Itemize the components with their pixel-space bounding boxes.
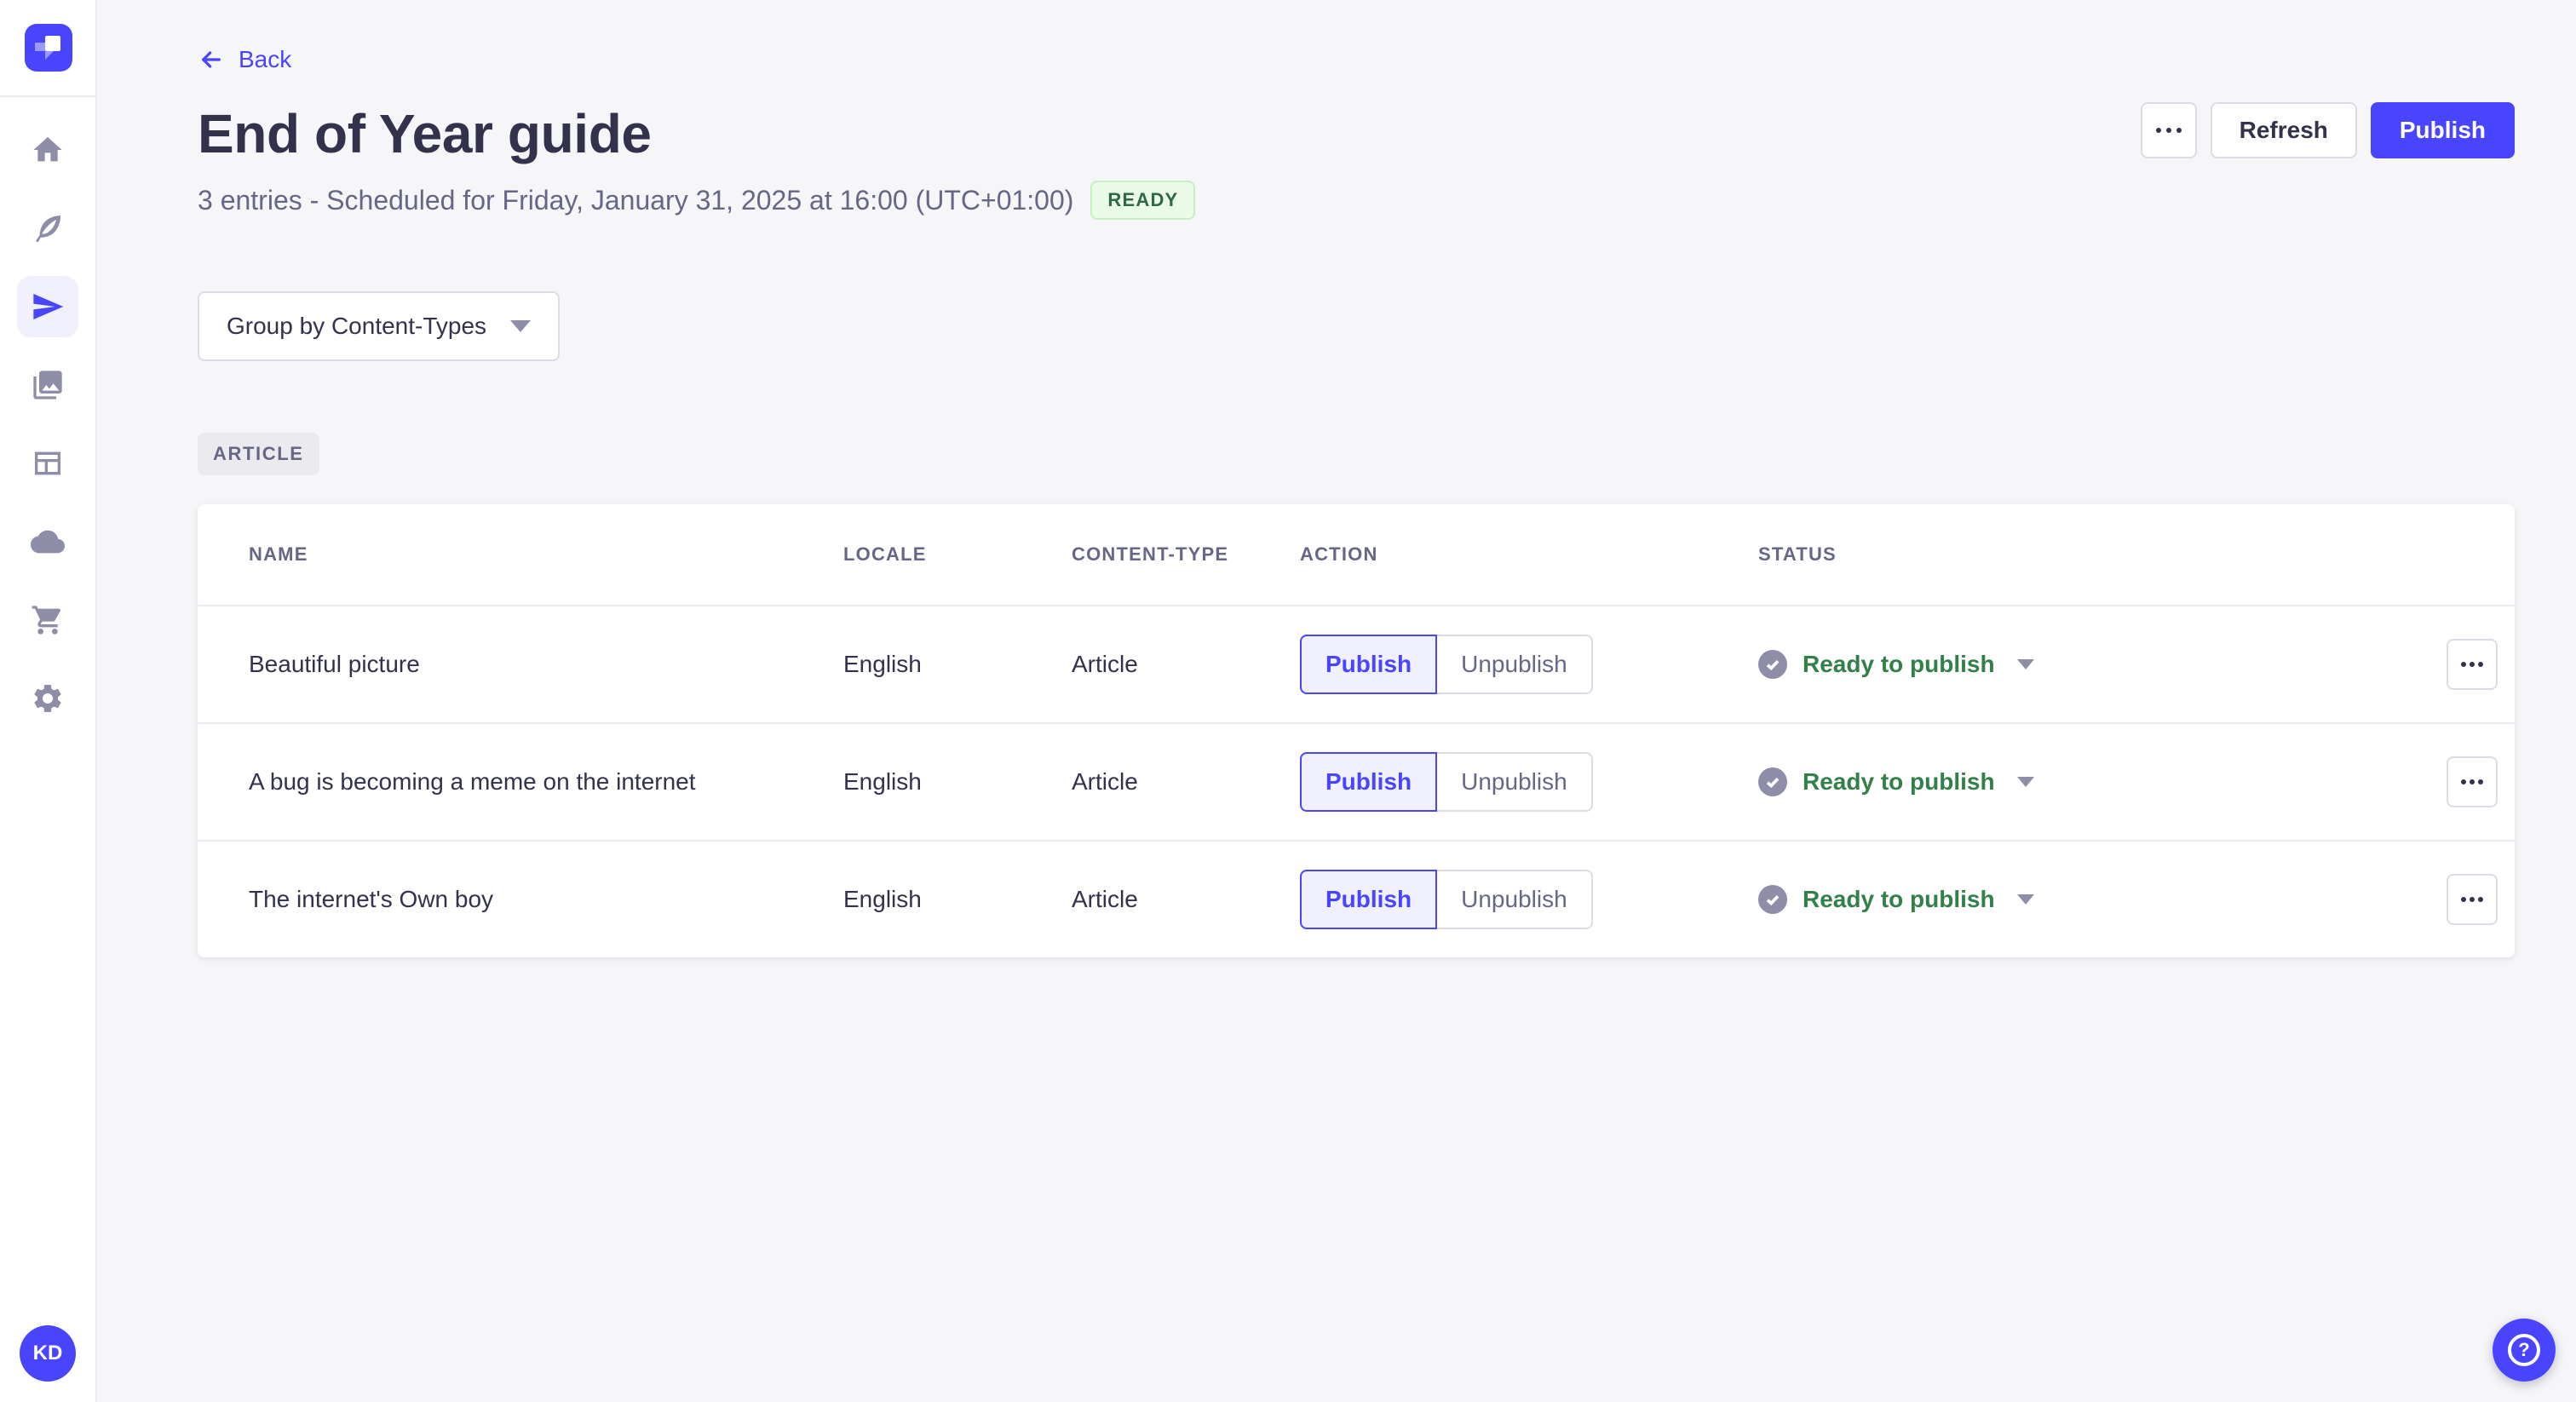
sidebar-item-media-library[interactable] [17, 354, 78, 416]
help-button[interactable]: ? [2493, 1319, 2556, 1382]
column-header-action: ACTION [1300, 543, 1378, 565]
back-arrow-icon [202, 51, 221, 68]
column-header-content-type: CONTENT-TYPE [1072, 543, 1229, 565]
sidebar-nav [0, 97, 95, 729]
publish-release-button[interactable]: Publish [2370, 102, 2515, 158]
sidebar-item-settings[interactable] [17, 668, 78, 729]
main-content: Back End of Year guide 3 entries - Sched… [97, 0, 2576, 1402]
refresh-button[interactable]: Refresh [2210, 102, 2357, 158]
entry-name: A bug is becoming a meme on the internet [249, 768, 696, 795]
more-icon [2461, 779, 2466, 784]
group-by-label: Group by Content-Types [227, 313, 487, 339]
sidebar-item-home[interactable] [17, 119, 78, 181]
gear-icon [34, 685, 61, 712]
status-dropdown[interactable]: Ready to publish [1758, 650, 2447, 679]
back-label: Back [239, 46, 292, 72]
table-row: The internet's Own boy English Article P… [198, 840, 2515, 957]
sidebar-item-content-manager[interactable] [17, 198, 78, 259]
status-label: Ready to publish [1803, 768, 1995, 795]
ready-status-badge: READY [1090, 181, 1196, 220]
cloud-icon [31, 530, 65, 554]
check-icon [1758, 885, 1787, 914]
table-row: Beautiful picture English Article Publis… [198, 605, 2515, 722]
check-icon [1758, 767, 1787, 796]
entry-content-type: Article [1072, 886, 1138, 912]
column-header-status: STATUS [1758, 543, 1837, 565]
row-more-button[interactable] [2447, 639, 2498, 690]
sidebar-item-deploy[interactable] [17, 511, 78, 572]
media-library-icon [33, 371, 62, 399]
subtitle-row: 3 entries - Scheduled for Friday, Januar… [198, 181, 2515, 220]
action-segmented-control: Publish Unpublish [1300, 635, 1758, 694]
table-row: A bug is becoming a meme on the internet… [198, 722, 2515, 840]
status-label: Ready to publish [1803, 651, 1995, 677]
entry-locale: English [843, 886, 922, 912]
home-icon [33, 137, 62, 162]
sidebar-item-releases[interactable] [17, 276, 78, 337]
release-subtitle: 3 entries - Scheduled for Friday, Januar… [198, 184, 1074, 215]
release-more-button[interactable] [2140, 102, 2197, 158]
entry-locale: English [843, 768, 922, 795]
more-icon [2155, 128, 2161, 133]
layout-icon [35, 451, 60, 475]
row-more-button[interactable] [2447, 874, 2498, 925]
strapi-logo[interactable] [0, 0, 97, 97]
unpublish-toggle-button[interactable]: Unpublish [1437, 635, 1593, 694]
more-icon [2461, 897, 2466, 902]
table-header-row: NAME LOCALE CONTENT-TYPE ACTION STATUS [198, 504, 2515, 605]
group-by-select[interactable]: Group by Content-Types [198, 291, 561, 361]
check-icon [1758, 650, 1787, 679]
chevron-down-icon [2016, 659, 2034, 669]
sidebar-item-content-type-builder[interactable] [17, 433, 78, 494]
app-window: KD Back End of Year guide 3 entries - Sc… [0, 0, 2576, 1402]
action-segmented-control: Publish Unpublish [1300, 752, 1758, 812]
paper-plane-icon [33, 294, 64, 319]
header-actions: Refresh Publish [2140, 102, 2515, 158]
publish-toggle-button[interactable]: Publish [1300, 870, 1438, 929]
more-icon [2461, 662, 2466, 667]
feather-icon [36, 215, 61, 243]
sidebar: KD [0, 0, 97, 1402]
entry-content-type: Article [1072, 651, 1138, 677]
unpublish-toggle-button[interactable]: Unpublish [1437, 752, 1593, 812]
cart-icon [32, 606, 60, 635]
user-avatar[interactable]: KD [20, 1325, 76, 1382]
unpublish-toggle-button[interactable]: Unpublish [1437, 870, 1593, 929]
status-dropdown[interactable]: Ready to publish [1758, 885, 2447, 914]
entry-content-type: Article [1072, 768, 1138, 795]
column-header-name: NAME [249, 543, 308, 565]
publish-toggle-button[interactable]: Publish [1300, 635, 1438, 694]
entry-locale: English [843, 651, 922, 677]
action-segmented-control: Publish Unpublish [1300, 870, 1758, 929]
entry-name: The internet's Own boy [249, 886, 494, 912]
sidebar-item-marketplace[interactable] [17, 589, 78, 651]
status-label: Ready to publish [1803, 886, 1995, 912]
chevron-down-icon [2016, 894, 2034, 905]
entries-table: NAME LOCALE CONTENT-TYPE ACTION STATUS B… [198, 504, 2515, 957]
column-header-locale: LOCALE [843, 543, 927, 565]
back-link[interactable]: Back [198, 46, 291, 73]
chevron-down-icon [2016, 777, 2034, 787]
chevron-down-icon [510, 320, 532, 332]
entry-name: Beautiful picture [249, 651, 420, 677]
publish-toggle-button[interactable]: Publish [1300, 752, 1438, 812]
toolbar: Group by Content-Types [198, 291, 2515, 361]
help-icon: ? [2508, 1334, 2540, 1366]
content-type-group-badge: ARTICLE [198, 433, 319, 475]
strapi-logo-icon [25, 24, 72, 72]
status-dropdown[interactable]: Ready to publish [1758, 767, 2447, 796]
row-more-button[interactable] [2447, 756, 2498, 807]
